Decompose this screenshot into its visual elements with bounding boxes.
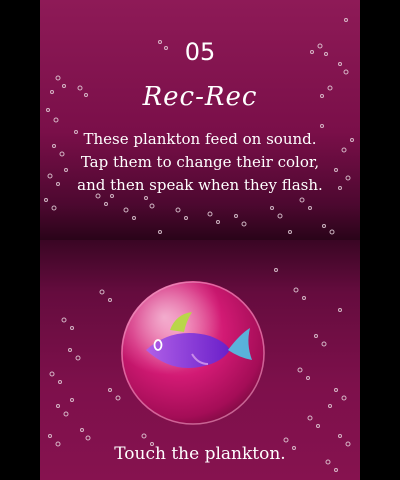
top-screen: 05 Rec-Rec These plankton feed on sound.…	[40, 0, 360, 240]
plankton-orb[interactable]	[118, 278, 268, 428]
top-bubbles	[44, 18, 354, 235]
game-stage: 05 Rec-Rec These plankton feed on sound.…	[0, 0, 400, 480]
description-line-2: Tap them to change their color,	[80, 153, 320, 171]
description-line-3: and then speak when they flash.	[77, 176, 323, 194]
instruction-text: Touch the plankton.	[114, 444, 286, 464]
level-title: Rec-Rec	[142, 82, 258, 112]
level-description: These plankton feed on sound. Tap them t…	[40, 128, 360, 197]
bottom-screen: Touch the plankton.	[40, 240, 360, 480]
description-line-1: These plankton feed on sound.	[83, 130, 317, 148]
level-number: 05	[184, 38, 216, 66]
